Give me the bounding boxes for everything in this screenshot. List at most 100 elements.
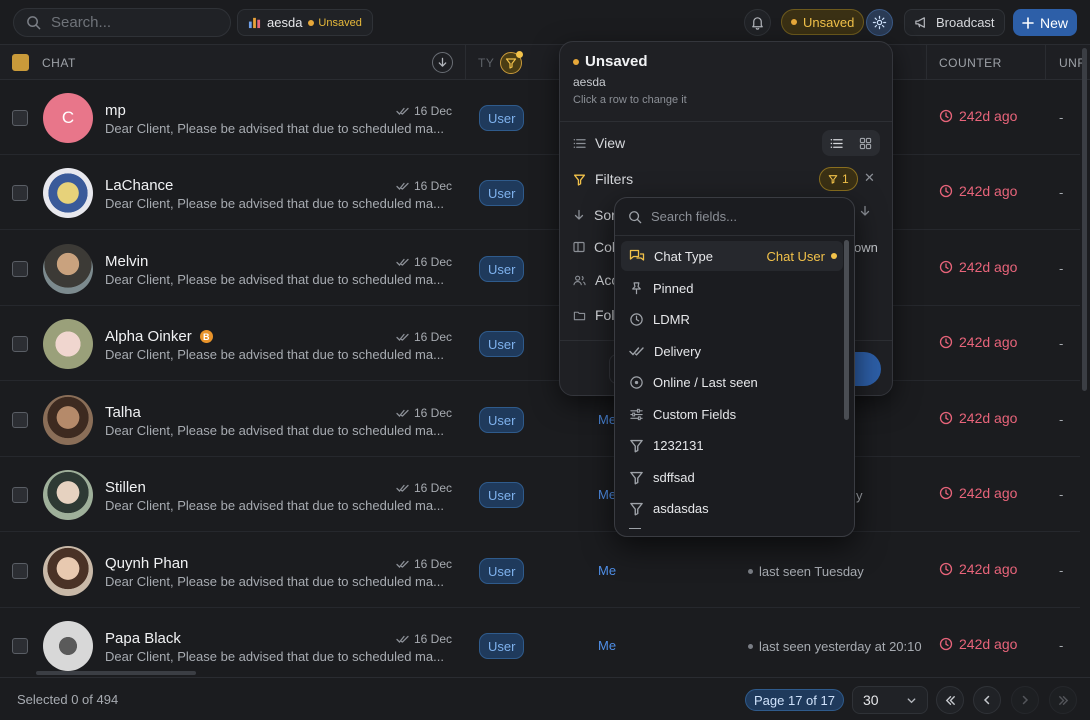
next-page-button[interactable] [1011,686,1039,714]
double-check-icon [396,333,409,341]
chat-name-label: LaChance [105,177,174,194]
table-row[interactable]: Talha Dear Client, Please be advised tha… [0,382,1080,457]
unread-cell: - [1059,412,1064,427]
funnel-icon [505,58,517,69]
field-option-custom[interactable]: sdffsad [621,462,843,492]
new-label: New [1039,14,1068,31]
new-button[interactable]: New [1013,9,1077,36]
double-check-icon [396,258,409,266]
grid-view-icon[interactable] [859,137,872,150]
unread-cell: - [1059,487,1064,502]
double-check-icon [396,560,409,568]
row-checkbox[interactable] [12,185,28,201]
chart-icon [248,17,261,29]
field-option-pinned[interactable]: Pinned [621,273,843,303]
table-row[interactable]: Stillen Dear Client, Please be advised t… [0,457,1080,532]
view-chip[interactable]: aesda Unsaved [237,9,373,36]
field-list-scrollbar[interactable] [844,240,849,420]
field-option-ldmr[interactable]: LDMR [621,304,843,334]
horizontal-scrollbar[interactable] [36,671,196,675]
table-row[interactable]: Melvin Dear Client, Please be advised th… [0,231,1080,306]
message-date: 16 Dec [396,557,452,571]
counter-cell: 242d ago [939,561,1017,577]
field-search-box[interactable] [615,198,854,236]
panel-row-access[interactable]: Acc [573,268,618,292]
panel-title-label: Unsaved [585,53,648,70]
field-option-chat-type[interactable]: Chat Type Chat User [621,241,843,271]
chat-name: Alpha Oinker B [105,328,213,345]
counter-label: 242d ago [959,108,1018,124]
sort-button[interactable] [432,52,453,73]
table-row[interactable]: Quynh Phan Dear Client, Please be advise… [0,533,1080,608]
settings-button[interactable] [866,9,893,36]
first-page-button[interactable] [936,686,964,714]
panel-row-columns[interactable]: Col [573,235,615,259]
last-seen-partial: y [856,488,863,503]
column-type[interactable]: TY [478,45,494,80]
list-view-icon[interactable] [830,137,843,150]
table-row[interactable]: Alpha Oinker B Dear Client, Please be adv… [0,306,1080,381]
unsaved-dot [791,19,797,25]
view-mode-toggle[interactable] [822,130,880,156]
message-preview: Dear Client, Please be advised that due … [105,121,444,136]
row-checkbox[interactable] [12,638,28,654]
counter-cell: 242d ago [939,485,1017,501]
panel-row-folder[interactable]: Fol [573,303,614,327]
assignee-cell[interactable]: Me [598,638,616,653]
row-checkbox[interactable] [12,412,28,428]
type-tag: User [479,105,525,131]
row-checkbox[interactable] [12,487,28,503]
panel-hint: Click a row to change it [573,94,687,106]
date-label: 16 Dec [414,632,453,646]
prev-page-button[interactable] [973,686,1001,714]
avatar [43,168,93,218]
funnel-icon [630,502,643,515]
sort-direction-button[interactable] [859,205,871,217]
counter-label: 242d ago [959,183,1018,199]
select-all-checkbox[interactable] [12,54,29,71]
field-option-custom[interactable]: 1232131 [621,430,843,460]
vertical-scrollbar[interactable] [1082,48,1087,391]
panel-row-sort[interactable]: Sor [573,203,616,227]
chat-name-label: Quynh Phan [105,555,189,572]
next-option-icon [629,528,641,536]
chat-name-label: Stillen [105,479,146,496]
clear-filters-button[interactable]: ✕ [864,170,875,186]
field-option-delivery[interactable]: Delivery [621,336,843,366]
unsaved-pill[interactable]: Unsaved [781,9,865,35]
row-checkbox[interactable] [12,110,28,126]
assignee-cell[interactable]: Me [598,563,616,578]
column-counter[interactable]: COUNTER [939,45,1002,80]
pin-icon [632,281,641,294]
field-option-custom[interactable]: asdasdas [621,493,843,523]
row-checkbox[interactable] [12,563,28,579]
column-chat[interactable]: CHAT [42,45,76,80]
chat-name-label: Alpha Oinker [105,328,192,345]
panel-row-filters[interactable]: Filters [573,167,633,191]
panel-row-view[interactable]: View [573,131,625,155]
sliders-icon [630,408,643,420]
message-date: 16 Dec [396,255,452,269]
search-box[interactable] [13,8,231,37]
page-size-select[interactable]: 30 [852,686,928,714]
field-option-custom-fields[interactable]: Custom Fields [621,399,843,429]
double-check-icon [396,635,409,643]
funnel-icon [630,471,643,484]
search-icon [27,16,41,30]
avatar: C [43,93,93,143]
filter-count-badge[interactable]: 1 [819,167,858,191]
gear-icon [872,15,887,30]
last-page-button[interactable] [1049,686,1077,714]
row-checkbox[interactable] [12,261,28,277]
search-input[interactable] [51,14,211,31]
table-row[interactable]: C mp Dear Client, Please be advised that… [0,80,1080,155]
filter-active-dot [516,51,523,58]
table-row[interactable]: LaChance Dear Client, Please be advised … [0,155,1080,230]
broadcast-button[interactable]: Broadcast [904,9,1005,36]
panel-title: Unsaved [573,53,648,70]
counter-cell: 242d ago [939,259,1017,275]
notifications-button[interactable] [744,9,771,36]
row-checkbox[interactable] [12,336,28,352]
field-search-input[interactable] [651,209,831,224]
field-option-online[interactable]: Online / Last seen [621,367,843,397]
